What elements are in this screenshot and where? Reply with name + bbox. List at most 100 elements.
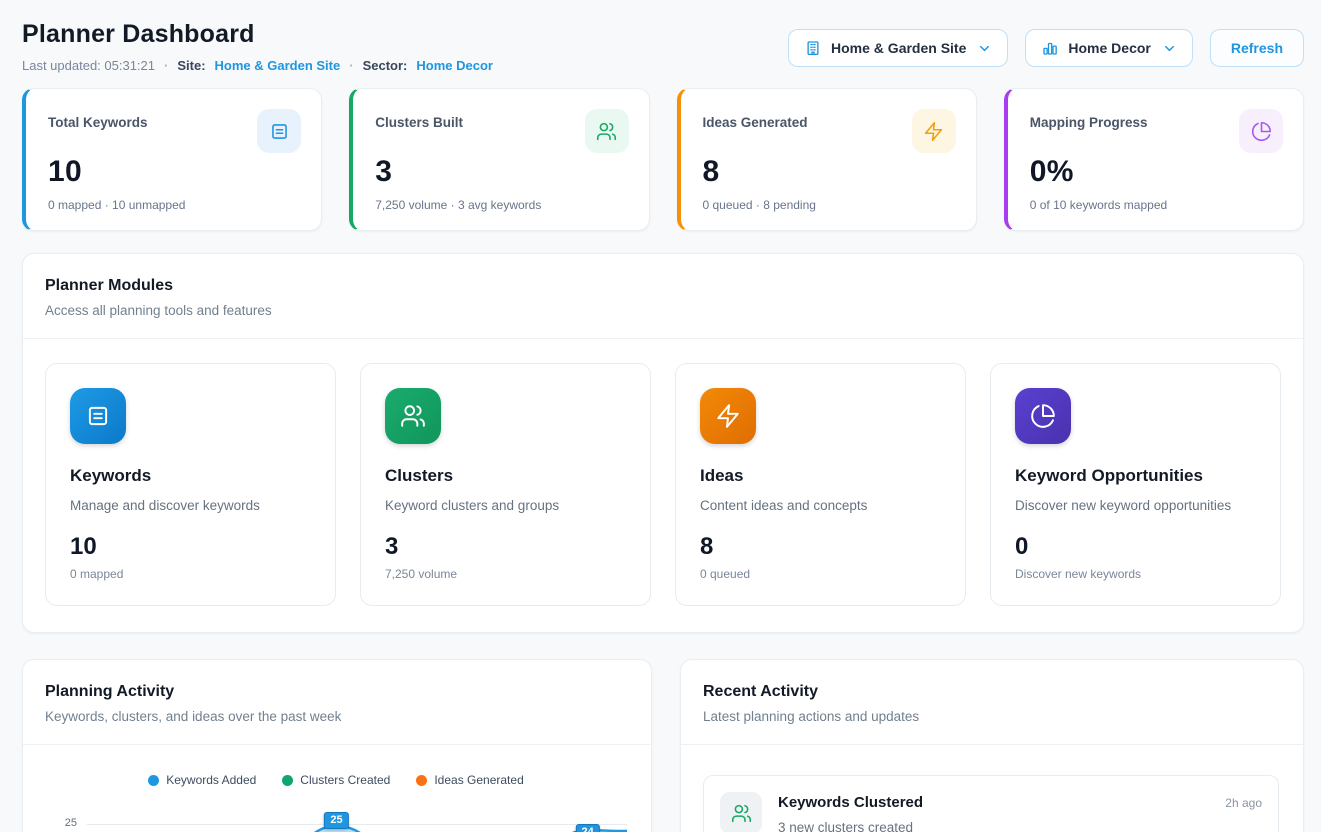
recent-activity-body: Keywords Clustered 3 new clusters create… <box>681 745 1303 832</box>
recent-activity-panel: Recent Activity Latest planning actions … <box>680 659 1304 832</box>
bottom-row: Planning Activity Keywords, clusters, an… <box>22 659 1304 832</box>
module-card-keywords[interactable]: Keywords Manage and discover keywords 10… <box>45 363 336 606</box>
y-axis-tick-25: 25 <box>45 817 87 829</box>
chevron-down-icon <box>977 41 992 56</box>
stat-title: Clusters Built <box>375 109 463 130</box>
recent-activity-title: Recent Activity <box>703 683 1279 701</box>
bar-chart-icon <box>1041 39 1059 57</box>
module-title: Keyword Opportunities <box>1015 466 1256 486</box>
building-icon <box>804 39 822 57</box>
users-icon <box>720 792 762 832</box>
sector-selector-dropdown[interactable]: Home Decor <box>1025 29 1192 67</box>
stat-value: 0% <box>1030 155 1283 189</box>
stat-title: Ideas Generated <box>703 109 808 130</box>
planning-activity-subtitle: Keywords, clusters, and ideas over the p… <box>45 709 627 724</box>
stat-card-total-keywords[interactable]: Total Keywords 10 0 mapped · 10 unmapped <box>22 88 322 231</box>
legend-label: Ideas Generated <box>434 773 523 787</box>
document-icon <box>257 109 301 153</box>
module-description: Content ideas and concepts <box>700 498 941 513</box>
data-point-badge: 24 <box>575 824 599 832</box>
module-description: Keyword clusters and groups <box>385 498 626 513</box>
activity-item-main: Keywords Clustered 3 new clusters create… <box>778 792 1209 832</box>
planning-activity-title: Planning Activity <box>45 683 627 701</box>
stats-row: Total Keywords 10 0 mapped · 10 unmapped… <box>22 88 1304 231</box>
stat-card-ideas-generated[interactable]: Ideas Generated 8 0 queued · 8 pending <box>677 88 977 231</box>
chevron-down-icon <box>1162 41 1177 56</box>
refresh-button[interactable]: Refresh <box>1210 29 1304 67</box>
meta-separator: · <box>164 58 168 73</box>
module-stat-value: 3 <box>385 533 626 561</box>
stat-title: Mapping Progress <box>1030 109 1148 130</box>
last-updated-text: Last updated: 05:31:21 <box>22 58 155 73</box>
stat-card-mapping-progress[interactable]: Mapping Progress 0% 0 of 10 keywords map… <box>1004 88 1304 231</box>
header-meta: Last updated: 05:31:21 · Site: Home & Ga… <box>22 58 493 73</box>
page-title: Planner Dashboard <box>22 20 493 49</box>
pie-chart-icon <box>1239 109 1283 153</box>
legend-dot <box>148 775 159 786</box>
stat-value: 8 <box>703 155 956 189</box>
module-stat-label: 0 mapped <box>70 567 311 581</box>
bolt-icon <box>700 388 756 444</box>
activity-item-title: Keywords Clustered <box>778 794 1209 811</box>
stat-value: 10 <box>48 155 301 189</box>
module-card-keyword-opportunities[interactable]: Keyword Opportunities Discover new keywo… <box>990 363 1281 606</box>
module-title: Ideas <box>700 466 941 486</box>
legend-dot <box>416 775 427 786</box>
planning-activity-panel: Planning Activity Keywords, clusters, an… <box>22 659 652 832</box>
users-icon <box>385 388 441 444</box>
header-left: Planner Dashboard Last updated: 05:31:21… <box>22 20 493 73</box>
activity-item-keywords-clustered[interactable]: Keywords Clustered 3 new clusters create… <box>703 775 1279 832</box>
modules-grid: Keywords Manage and discover keywords 10… <box>23 339 1303 632</box>
module-title: Keywords <box>70 466 311 486</box>
chart-plot-area: 25 24 <box>87 803 627 832</box>
site-link[interactable]: Home & Garden Site <box>215 58 341 73</box>
site-label: Site: <box>177 58 205 73</box>
module-stat-label: Discover new keywords <box>1015 567 1256 581</box>
stat-subtitle: 0 of 10 keywords mapped <box>1030 198 1283 212</box>
users-icon <box>585 109 629 153</box>
legend-dot <box>282 775 293 786</box>
module-description: Manage and discover keywords <box>70 498 311 513</box>
planner-modules-panel: Planner Modules Access all planning tool… <box>22 253 1304 633</box>
recent-activity-header: Recent Activity Latest planning actions … <box>681 660 1303 745</box>
chart-legend: Keywords Added Clusters Created Ideas Ge… <box>45 773 627 787</box>
module-card-ideas[interactable]: Ideas Content ideas and concepts 8 0 que… <box>675 363 966 606</box>
page-header: Planner Dashboard Last updated: 05:31:21… <box>22 20 1304 73</box>
header-actions: Home & Garden Site Home Decor <box>788 29 1304 67</box>
module-stat-label: 0 queued <box>700 567 941 581</box>
module-stat-label: 7,250 volume <box>385 567 626 581</box>
sector-label: Sector: <box>363 58 408 73</box>
module-stat-value: 0 <box>1015 533 1256 561</box>
legend-label: Clusters Created <box>300 773 390 787</box>
module-title: Clusters <box>385 466 626 486</box>
legend-label: Keywords Added <box>166 773 256 787</box>
pie-chart-icon <box>1015 388 1071 444</box>
stat-subtitle: 0 mapped · 10 unmapped <box>48 198 301 212</box>
meta-separator: · <box>349 58 353 73</box>
planning-activity-header: Planning Activity Keywords, clusters, an… <box>23 660 651 745</box>
modules-panel-subtitle: Access all planning tools and features <box>45 303 1279 318</box>
document-icon <box>70 388 126 444</box>
planner-dashboard-page: Planner Dashboard Last updated: 05:31:21… <box>0 0 1321 832</box>
legend-item-keywords-added[interactable]: Keywords Added <box>148 773 256 787</box>
sector-selector-label: Home Decor <box>1068 40 1150 56</box>
legend-item-ideas-generated[interactable]: Ideas Generated <box>416 773 523 787</box>
legend-item-clusters-created[interactable]: Clusters Created <box>282 773 390 787</box>
bolt-icon <box>912 109 956 153</box>
data-point-badge: 25 <box>324 812 348 829</box>
site-selector-dropdown[interactable]: Home & Garden Site <box>788 29 1008 67</box>
modules-panel-title: Planner Modules <box>45 277 1279 295</box>
stat-card-clusters-built[interactable]: Clusters Built 3 7,250 volume · 3 avg ke… <box>349 88 649 231</box>
module-card-clusters[interactable]: Clusters Keyword clusters and groups 3 7… <box>360 363 651 606</box>
activity-chart: 25 25 24 <box>45 803 627 832</box>
recent-activity-subtitle: Latest planning actions and updates <box>703 709 1279 724</box>
activity-chart-svg <box>87 803 627 832</box>
stat-title: Total Keywords <box>48 109 148 130</box>
activity-item-description: 3 new clusters created <box>778 820 1209 832</box>
sector-link[interactable]: Home Decor <box>416 58 493 73</box>
modules-panel-header: Planner Modules Access all planning tool… <box>23 254 1303 339</box>
stat-subtitle: 0 queued · 8 pending <box>703 198 956 212</box>
module-stat-value: 8 <box>700 533 941 561</box>
module-stat-value: 10 <box>70 533 311 561</box>
planning-activity-body: Keywords Added Clusters Created Ideas Ge… <box>23 745 651 832</box>
